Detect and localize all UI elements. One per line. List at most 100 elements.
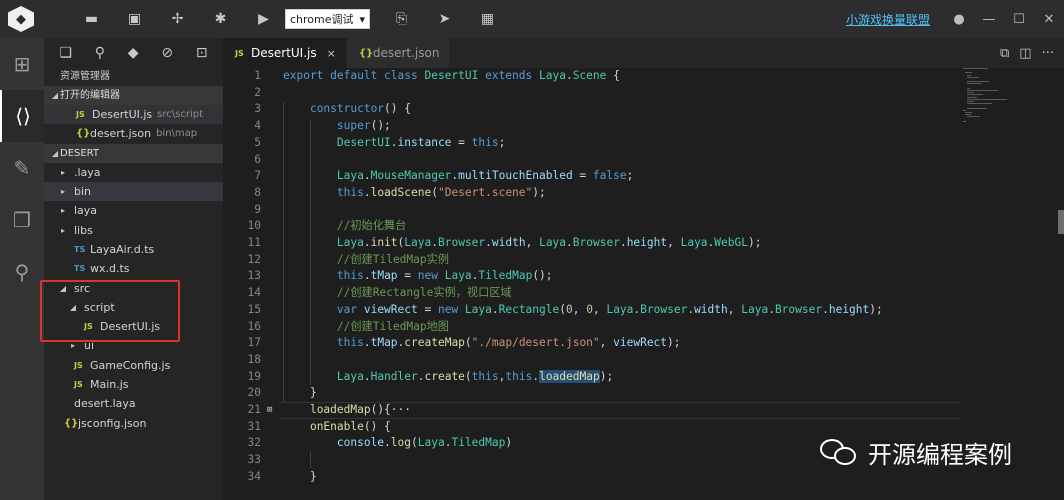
tree-item-label: laya bbox=[74, 204, 98, 218]
minimap-line bbox=[966, 83, 983, 85]
user-icon[interactable]: ● bbox=[944, 12, 974, 27]
run-target-select[interactable]: chrome调试 ▾ bbox=[285, 9, 371, 29]
code-line: 9 bbox=[223, 202, 983, 219]
bug-icon[interactable]: ✱ bbox=[199, 0, 242, 38]
editor-tab[interactable]: {} desert.json bbox=[346, 38, 451, 68]
chevron-right-icon: ▸ bbox=[60, 187, 65, 197]
code-line: 5 DesertUI.instance = this; bbox=[223, 135, 983, 152]
fold-icon[interactable]: ⊞ bbox=[267, 402, 277, 419]
league-link[interactable]: 小游戏换量联盟 bbox=[846, 11, 930, 28]
publish-icon[interactable]: ➤ bbox=[423, 0, 466, 38]
activity-bar: ⊞ ⟨⟩ ✎ ❐ ⚲ bbox=[0, 38, 44, 500]
code-line: 7 Laya.MouseManager.multiTouchEnabled = … bbox=[223, 168, 983, 185]
tree-item-label: ui bbox=[84, 339, 95, 353]
open-changes-icon[interactable]: ⧉ bbox=[1000, 46, 1009, 61]
open-editor-name: desert.json bbox=[90, 127, 152, 141]
tree-item[interactable]: ▸ .laya bbox=[44, 163, 223, 182]
qrcode-icon[interactable]: ▦ bbox=[466, 0, 509, 38]
chat-icon[interactable]: ❐ bbox=[0, 194, 44, 246]
palette-icon[interactable]: ✎ bbox=[0, 142, 44, 194]
minimap-line bbox=[966, 76, 980, 78]
line-number: 31 bbox=[247, 419, 261, 433]
minimap-line bbox=[966, 81, 989, 83]
project-header[interactable]: ◢ DESERT bbox=[44, 143, 223, 163]
open-editor-item[interactable]: {} desert.json bin\map bbox=[44, 124, 223, 143]
export-icon[interactable]: ⎘ bbox=[380, 0, 423, 38]
minimap[interactable] bbox=[963, 68, 1053, 128]
line-number: 21 bbox=[247, 403, 261, 416]
tree-item-label: script bbox=[84, 300, 115, 314]
search-icon[interactable]: ⚲ bbox=[0, 246, 44, 298]
tree-item-label: bin bbox=[74, 185, 92, 199]
line-number: 33 bbox=[247, 453, 261, 467]
line-number: 8 bbox=[254, 185, 261, 199]
tree-item[interactable]: ▸ laya bbox=[44, 201, 223, 220]
watermark-text: 开源编程案例 bbox=[868, 440, 1012, 469]
run-target-value: chrome调试 bbox=[290, 13, 354, 26]
code-text: DesertUI.instance = this; bbox=[336, 135, 506, 149]
open-editors-header[interactable]: ◢ 打开的编辑器 bbox=[44, 86, 223, 105]
minimap-line bbox=[966, 87, 971, 89]
editor-tab[interactable]: JS DesertUI.js × bbox=[223, 38, 347, 68]
chevron-right-icon: ▸ bbox=[70, 341, 75, 351]
debug-pin-icon[interactable]: ✢ bbox=[156, 0, 199, 38]
minimap-line bbox=[966, 103, 993, 105]
extensions-icon[interactable]: ⊡ bbox=[196, 45, 208, 61]
tree-item[interactable]: TS LayaAir.d.ts bbox=[44, 240, 223, 259]
code-text: //创建TiledMap地图 bbox=[336, 319, 449, 333]
code-text: Laya.init(Laya.Browser.width, Laya.Brows… bbox=[336, 236, 762, 249]
split-editor-icon[interactable]: ◫ bbox=[1019, 46, 1031, 61]
code-line: 20 } bbox=[223, 385, 983, 402]
wechat-icon bbox=[820, 437, 858, 467]
tree-item-label: LayaAir.d.ts bbox=[90, 242, 155, 256]
folder-icon[interactable]: ▬ bbox=[70, 0, 113, 38]
line-number: 9 bbox=[254, 202, 261, 216]
close-icon[interactable]: × bbox=[327, 47, 336, 60]
debug-icon[interactable]: ⊘ bbox=[161, 45, 173, 61]
tree-item[interactable]: {} jsconfig.json bbox=[44, 413, 223, 432]
explorer-title: 资源管理器 bbox=[60, 71, 110, 82]
close-icon[interactable]: ✕ bbox=[1034, 12, 1064, 27]
tree-item[interactable]: desert.laya bbox=[44, 394, 223, 413]
chevron-right-icon: ▸ bbox=[60, 225, 65, 235]
code-line: 8 this.loadScene("Desert.scene"); bbox=[223, 185, 983, 202]
tree-item[interactable]: ▸ libs bbox=[44, 220, 223, 239]
tree-item[interactable]: TS wx.d.ts bbox=[44, 259, 223, 278]
new-file-icon[interactable]: ❏ bbox=[59, 45, 72, 61]
tree-item-label: .laya bbox=[74, 165, 101, 179]
tree-item[interactable]: JS DesertUI.js bbox=[44, 317, 223, 336]
code-line: 16 //创建TiledMap地图 bbox=[223, 319, 983, 336]
minimap-line bbox=[966, 94, 983, 96]
code-text: //创建TiledMap实例 bbox=[336, 252, 449, 266]
maximize-icon[interactable]: ☐ bbox=[1004, 12, 1034, 27]
play-icon[interactable]: ▶ bbox=[242, 0, 285, 38]
tree-item[interactable]: ▸ bin bbox=[44, 181, 223, 202]
code-editor-icon[interactable]: ⟨⟩ bbox=[0, 90, 44, 142]
line-number: 20 bbox=[247, 386, 261, 400]
line-number: 19 bbox=[247, 369, 261, 383]
git-icon[interactable]: ◆ bbox=[128, 45, 139, 61]
tree-item[interactable]: JS Main.js bbox=[44, 375, 223, 394]
line-number: 18 bbox=[247, 352, 261, 366]
code-text: this.tMap = new Laya.TiledMap(); bbox=[336, 269, 553, 283]
minimize-icon[interactable]: — bbox=[974, 12, 1004, 27]
code-text: //初始化舞台 bbox=[336, 219, 407, 233]
tree-item-label: jsconfig.json bbox=[78, 416, 147, 430]
open-editor-item[interactable]: JS DesertUI.js src\script bbox=[44, 105, 223, 125]
save-icon[interactable]: ▣ bbox=[113, 0, 156, 38]
tree-item[interactable]: JS GameConfig.js bbox=[44, 356, 223, 375]
tree-item[interactable]: ◢ src bbox=[44, 278, 223, 297]
tree-item[interactable]: ▸ ui bbox=[44, 336, 223, 355]
line-number: 2 bbox=[254, 85, 261, 99]
minimap-line bbox=[966, 92, 974, 94]
ts-file-icon: TS bbox=[74, 264, 86, 274]
scrollbar-thumb[interactable] bbox=[1058, 210, 1064, 234]
layout-grid-icon[interactable]: ⊞ bbox=[0, 38, 44, 90]
tree-item[interactable]: ◢ script bbox=[44, 298, 223, 317]
tree-item-label: libs bbox=[74, 223, 93, 237]
code-line: 19 Laya.Handler.create(this,this.loadedM… bbox=[223, 369, 983, 386]
chevron-down-icon: ◢ bbox=[59, 283, 67, 293]
code-text: onEnable() { bbox=[309, 419, 391, 433]
more-icon[interactable]: ··· bbox=[1042, 46, 1054, 61]
search-icon[interactable]: ⚲ bbox=[95, 45, 105, 61]
